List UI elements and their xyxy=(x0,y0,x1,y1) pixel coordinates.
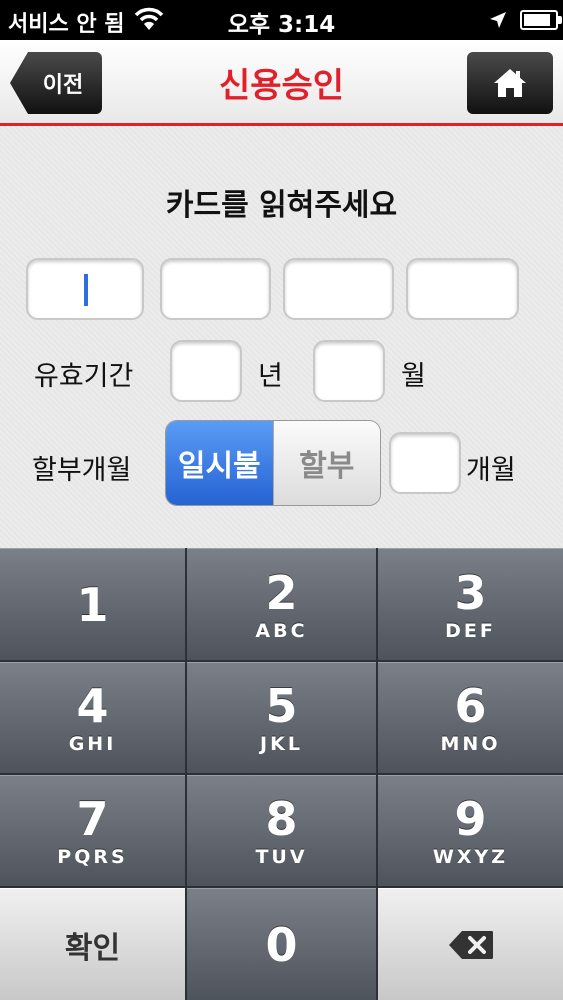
key-5[interactable]: 5 JKL xyxy=(187,662,376,773)
segment-lump-sum[interactable]: 일시불 xyxy=(166,421,273,505)
expiry-label: 유효기간 xyxy=(34,361,134,392)
months-unit-label: 개월 xyxy=(466,455,516,486)
home-icon xyxy=(494,69,526,97)
key-0[interactable]: 0 xyxy=(187,888,376,1000)
key-6[interactable]: 6 MNO xyxy=(378,662,563,773)
card-number-field-4[interactable] xyxy=(406,258,519,320)
month-unit-label: 월 xyxy=(401,361,426,392)
nav-header: 이전 신용승인 xyxy=(0,40,563,126)
year-unit-label: 년 xyxy=(258,361,283,392)
segment-installment[interactable]: 할부 xyxy=(272,421,380,505)
backspace-icon xyxy=(448,930,493,959)
card-form: 카드를 읽혀주세요 유효기간 년 월 할부개월 일시불 할부 개월 xyxy=(0,126,563,548)
home-button[interactable] xyxy=(467,52,553,114)
backspace-key[interactable] xyxy=(378,888,563,1000)
expiry-month-field[interactable] xyxy=(313,340,385,402)
key-3[interactable]: 3 DEF xyxy=(378,548,563,660)
key-8[interactable]: 8 TUV xyxy=(187,775,376,886)
form-title: 카드를 읽혀주세요 xyxy=(165,188,398,223)
installment-label: 할부개월 xyxy=(32,455,132,486)
status-bar: 서비스 안 됨 오후 3:14 xyxy=(0,0,563,40)
payment-type-segmented-control: 일시불 할부 xyxy=(165,420,381,506)
confirm-key[interactable]: 확인 xyxy=(0,888,185,1000)
installment-months-field[interactable] xyxy=(389,432,461,494)
key-9[interactable]: 9 WXYZ xyxy=(378,775,563,886)
key-2[interactable]: 2 ABC xyxy=(187,548,376,660)
location-arrow-icon xyxy=(490,12,506,28)
key-4[interactable]: 4 GHI xyxy=(0,662,185,773)
battery-icon xyxy=(520,10,562,30)
card-number-field-1[interactable] xyxy=(26,258,144,320)
card-number-field-3[interactable] xyxy=(283,258,394,320)
key-1[interactable]: 1 xyxy=(0,548,185,660)
text-cursor xyxy=(84,274,88,306)
expiry-year-field[interactable] xyxy=(170,340,242,402)
card-number-field-2[interactable] xyxy=(160,258,271,320)
key-7[interactable]: 7 PQRS xyxy=(0,775,185,886)
status-time: 오후 3:14 xyxy=(227,12,336,38)
numeric-keypad: 1 2 ABC 3 DEF 4 GHI 5 JKL 6 MNO 7 PQRS 8… xyxy=(0,548,563,1000)
